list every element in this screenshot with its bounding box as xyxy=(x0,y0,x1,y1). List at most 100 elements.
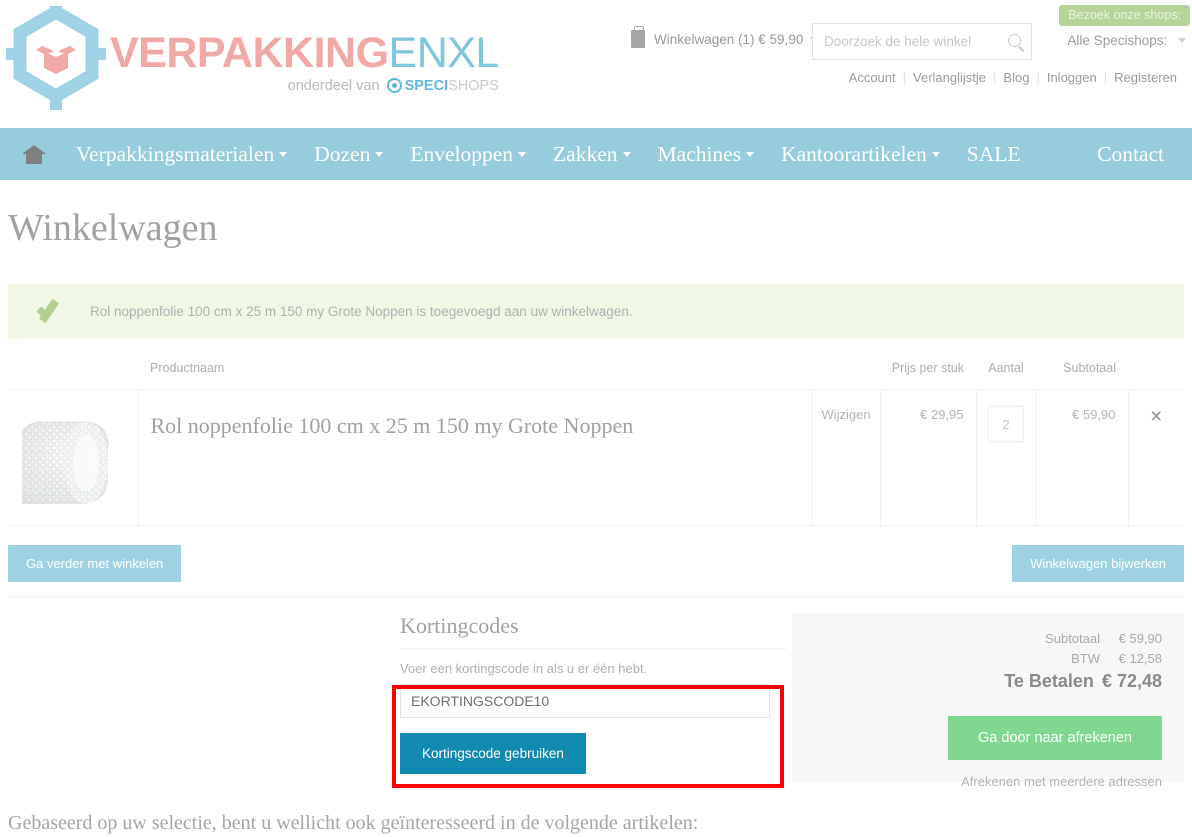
order-totals-panel: Subtotaal € 59,90 BTW € 12,58 Te Betalen € … xyxy=(792,613,1184,789)
subtotal-value: € 59,90 xyxy=(1118,631,1162,646)
cart-footer-section: Kortingcodes Voer een kortingscode in al… xyxy=(8,597,1184,789)
chevron-down-icon xyxy=(1178,38,1186,43)
nav-item-sale[interactable]: SALE xyxy=(967,142,1021,167)
th-price: Prijs per stuk xyxy=(880,361,976,390)
nav-item-zakken[interactable]: Zakken xyxy=(553,141,631,167)
multi-address-checkout-link[interactable]: Afrekenen met meerdere adressen xyxy=(792,774,1162,789)
success-alert: Rol noppenfolie 100 cm x 25 m 150 my Gro… xyxy=(8,284,1184,339)
edit-product-link[interactable]: Wijzigen xyxy=(821,407,870,422)
shops-selector[interactable]: Alle Specishops: xyxy=(1067,33,1186,48)
logo-wordmark: VERPAKKINGENXL onderdeel van SPECISHOPS xyxy=(110,26,499,94)
logo-hexagon-box-icon xyxy=(6,4,106,114)
cart-table-header: Productnaam Prijs per stuk Aantal Subtot… xyxy=(8,361,1184,390)
coupon-heading: Kortingcodes xyxy=(400,613,519,638)
search-box[interactable] xyxy=(812,23,1032,60)
coupon-note: Voer een kortingscode in als u er één he… xyxy=(400,661,648,676)
totals-subtotal-row: Subtotaal € 59,90 xyxy=(792,631,1162,646)
remove-item-icon[interactable]: × xyxy=(1150,406,1162,427)
site-header: VERPAKKINGENXL onderdeel van SPECISHOPS … xyxy=(0,0,1192,128)
th-subtotal: Subtotaal xyxy=(1036,361,1128,390)
nav-item-contact[interactable]: Contact xyxy=(1097,142,1164,167)
site-logo[interactable]: VERPAKKINGENXL onderdeel van SPECISHOPS xyxy=(6,4,499,114)
chevron-down-icon xyxy=(375,151,384,157)
nav-label: Verpakkingsmaterialen xyxy=(76,141,275,166)
th-delete xyxy=(1128,361,1184,390)
subtotal-label: Subtotaal xyxy=(1045,631,1100,646)
nav-item-machines[interactable]: Machines xyxy=(658,142,755,167)
update-cart-button[interactable]: Winkelwagen bijwerken xyxy=(1012,545,1184,582)
coupon-section: Kortingcodes Voer een kortingscode in al… xyxy=(400,613,786,774)
continue-shopping-button[interactable]: Ga verder met winkelen xyxy=(8,545,182,582)
chevron-down-icon xyxy=(622,151,631,157)
shopping-bag-icon xyxy=(631,26,645,48)
product-price: € 29,95 xyxy=(920,407,964,422)
search-input[interactable] xyxy=(813,24,1031,59)
chevron-down-icon xyxy=(518,151,527,157)
nav-item-enveloppen[interactable]: Enveloppen xyxy=(410,141,527,167)
coupon-code-input[interactable] xyxy=(400,684,770,718)
cart-summary-link[interactable]: Winkelwagen (1) € 59,90 xyxy=(631,26,819,48)
link-blog[interactable]: Blog xyxy=(996,70,1036,85)
shops-tooltip: Bezoek onze shops: xyxy=(1059,5,1190,26)
cell-edit: Wijzigen xyxy=(812,389,881,526)
related-products-heading: Gebaseerd op uw selectie, bent u wellich… xyxy=(8,812,699,834)
th-quantity: Aantal xyxy=(976,361,1036,390)
th-edit xyxy=(812,361,880,390)
nav-label: Kantoorartikelen xyxy=(781,141,927,166)
cell-subtotal: € 59,90 xyxy=(1036,389,1129,526)
main-navigation: Verpakkingsmaterialen Dozen Enveloppen Z… xyxy=(0,128,1192,180)
vat-label: BTW xyxy=(1071,651,1100,666)
search-icon[interactable] xyxy=(1008,34,1021,47)
apply-coupon-button[interactable]: Kortingscode gebruiken xyxy=(400,733,586,774)
product-subtotal: € 59,90 xyxy=(1072,407,1116,422)
proceed-to-checkout-button[interactable]: Ga door naar afrekenen xyxy=(948,716,1162,760)
grand-total-label: Te Betalen xyxy=(1004,671,1094,691)
nav-item-dozen[interactable]: Dozen xyxy=(314,141,384,167)
chevron-down-icon xyxy=(746,151,755,157)
cart-table: Productnaam Prijs per stuk Aantal Subtot… xyxy=(8,361,1184,526)
logo-tagline-brand: SPECI xyxy=(404,78,449,94)
table-row: Rol noppenfolie 100 cm x 25 m 150 my Gro… xyxy=(8,389,1184,526)
link-account[interactable]: Account xyxy=(842,70,903,85)
success-alert-message: Rol noppenfolie 100 cm x 25 m 150 my Gro… xyxy=(90,304,633,319)
cart-summary-label: Winkelwagen (1) € 59,90 xyxy=(654,31,804,47)
vat-value: € 12,58 xyxy=(1118,651,1162,666)
shops-selector-label: Alle Specishops: xyxy=(1067,33,1168,48)
link-wishlist[interactable]: Verlanglijstje xyxy=(906,70,993,85)
totals-grand-row: Te Betalen € 72,48 xyxy=(792,671,1162,692)
coupon-divider xyxy=(400,648,786,649)
cell-product-name: Rol noppenfolie 100 cm x 25 m 150 my Gro… xyxy=(138,389,813,526)
grand-total-value: € 72,48 xyxy=(1101,671,1162,691)
nav-label: Dozen xyxy=(314,141,371,166)
totals-vat-row: BTW € 12,58 xyxy=(792,651,1162,666)
product-image[interactable] xyxy=(12,406,128,522)
link-login[interactable]: Inloggen xyxy=(1040,70,1104,85)
nav-item-verpakkingsmaterialen[interactable]: Verpakkingsmaterialen xyxy=(76,141,288,167)
cell-product-image xyxy=(8,389,139,526)
nav-label: Zakken xyxy=(553,141,618,166)
nav-item-kantoorartikelen[interactable]: Kantoorartikelen xyxy=(781,142,940,167)
logo-tagline-brand2: SHOPS xyxy=(448,78,499,94)
cell-quantity xyxy=(976,389,1037,526)
quantity-input[interactable] xyxy=(988,406,1024,442)
chevron-down-icon xyxy=(931,151,940,157)
utility-links: Account | Verlanglijstje | Blog | Inloggen | Reg… xyxy=(842,70,1184,85)
logo-text-secondary: ENXL xyxy=(388,29,500,77)
home-icon[interactable] xyxy=(22,144,46,164)
header-utilities: Winkelwagen (1) € 59,90 Bezoek onze shop… xyxy=(612,0,1192,128)
logo-text-primary: VERPAKKING xyxy=(110,29,389,77)
nav-label: Enveloppen xyxy=(410,141,514,166)
specishops-dot-icon xyxy=(386,78,402,93)
cell-price: € 29,95 xyxy=(880,389,977,526)
th-product-name: Productnaam xyxy=(138,361,812,390)
link-register[interactable]: Registeren xyxy=(1107,70,1184,85)
cell-delete: × xyxy=(1128,389,1184,526)
checkmark-icon xyxy=(36,298,69,325)
product-name-link[interactable]: Rol noppenfolie 100 cm x 25 m 150 my Gro… xyxy=(151,406,812,440)
page-title: Winkelwagen xyxy=(8,207,218,249)
nav-label: Machines xyxy=(657,141,742,166)
logo-tagline-prefix: onderdeel van xyxy=(287,78,380,94)
th-image xyxy=(8,361,138,390)
cart-actions: Ga verder met winkelen Winkelwagen bijwe… xyxy=(8,540,1184,596)
chevron-down-icon xyxy=(279,151,288,157)
